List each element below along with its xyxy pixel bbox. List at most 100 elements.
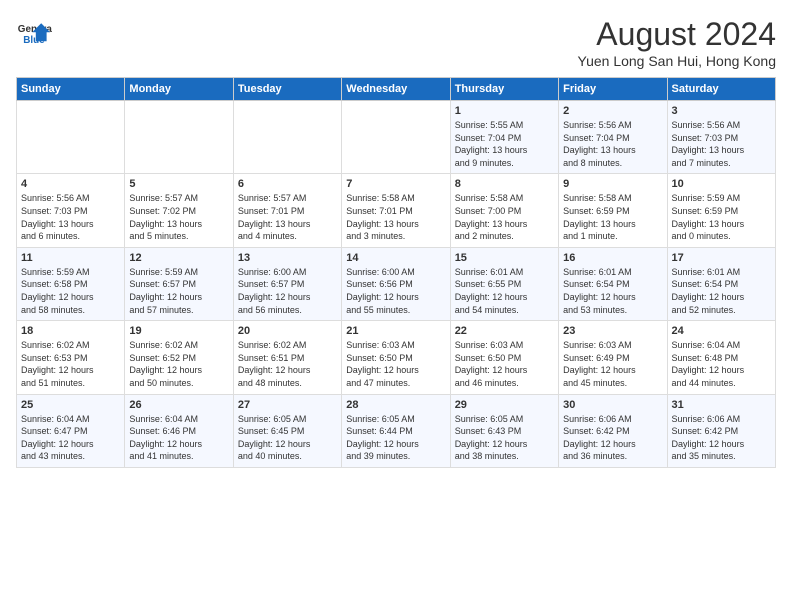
weekday-header-thursday: Thursday	[450, 78, 558, 101]
day-number: 27	[238, 399, 337, 411]
day-number: 24	[672, 325, 771, 337]
day-info: Sunrise: 6:03 AM Sunset: 6:49 PM Dayligh…	[563, 339, 662, 389]
day-info: Sunrise: 5:59 AM Sunset: 6:58 PM Dayligh…	[21, 266, 120, 316]
day-info: Sunrise: 5:57 AM Sunset: 7:02 PM Dayligh…	[129, 192, 228, 242]
day-info: Sunrise: 6:00 AM Sunset: 6:56 PM Dayligh…	[346, 266, 445, 316]
day-number: 1	[455, 105, 554, 117]
weekday-header-tuesday: Tuesday	[233, 78, 341, 101]
day-cell: 25Sunrise: 6:04 AM Sunset: 6:47 PM Dayli…	[17, 394, 125, 467]
day-number: 10	[672, 178, 771, 190]
day-number: 15	[455, 252, 554, 264]
day-number: 18	[21, 325, 120, 337]
day-cell: 26 Sunrise: 6:04 AM Sunset: 6:46 PM Dayli…	[125, 394, 233, 467]
day-cell	[17, 101, 125, 174]
calendar-body: 1 Sunrise: 5:55 AM Sunset: 7:04 PM Daylig…	[17, 101, 776, 468]
day-info: Sunrise: 6:01 AM Sunset: 6:54 PM Dayligh…	[672, 266, 771, 316]
day-number: 20	[238, 325, 337, 337]
day-info: Sunrise: 6:03 AM Sunset: 6:50 PM Dayligh…	[346, 339, 445, 389]
day-cell: 30Sunrise: 6:06 AM Sunset: 6:42 PM Dayli…	[559, 394, 667, 467]
day-cell: 31 Sunrise: 6:06 AM Sunset: 6:42 PM Dayli…	[667, 394, 775, 467]
day-cell: 13Sunrise: 6:00 AM Sunset: 6:57 PM Dayli…	[233, 247, 341, 320]
day-number: 29	[455, 399, 554, 411]
day-cell: 14 Sunrise: 6:00 AM Sunset: 6:56 PM Dayli…	[342, 247, 450, 320]
month-year: August 2024	[578, 16, 777, 53]
day-info: Sunrise: 6:05 AM Sunset: 6:44 PM Dayligh…	[346, 413, 445, 463]
day-number: 12	[129, 252, 228, 264]
day-cell: 9 Sunrise: 5:58 AM Sunset: 6:59 PM Daylig…	[559, 174, 667, 247]
day-info: Sunrise: 5:59 AM Sunset: 6:59 PM Dayligh…	[672, 192, 771, 242]
day-number: 21	[346, 325, 445, 337]
day-info: Sunrise: 5:56 AM Sunset: 7:03 PM Dayligh…	[21, 192, 120, 242]
week-row-1: 1 Sunrise: 5:55 AM Sunset: 7:04 PM Daylig…	[17, 101, 776, 174]
day-cell: 18 Sunrise: 6:02 AM Sunset: 6:53 PM Dayli…	[17, 321, 125, 394]
weekday-header-monday: Monday	[125, 78, 233, 101]
title-block: August 2024 Yuen Long San Hui, Hong Kong	[578, 16, 777, 69]
day-number: 11	[21, 252, 120, 264]
day-number: 16	[563, 252, 662, 264]
day-cell	[233, 101, 341, 174]
day-cell	[342, 101, 450, 174]
day-info: Sunrise: 6:03 AM Sunset: 6:50 PM Dayligh…	[455, 339, 554, 389]
weekday-header-wednesday: Wednesday	[342, 78, 450, 101]
day-cell: 6Sunrise: 5:57 AM Sunset: 7:01 PM Daylig…	[233, 174, 341, 247]
weekday-row: SundayMondayTuesdayWednesdayThursdayFrid…	[17, 78, 776, 101]
day-info: Sunrise: 5:58 AM Sunset: 7:01 PM Dayligh…	[346, 192, 445, 242]
day-cell: 21 Sunrise: 6:03 AM Sunset: 6:50 PM Dayli…	[342, 321, 450, 394]
day-number: 31	[672, 399, 771, 411]
week-row-3: 11 Sunrise: 5:59 AM Sunset: 6:58 PM Dayli…	[17, 247, 776, 320]
day-info: Sunrise: 5:59 AM Sunset: 6:57 PM Dayligh…	[129, 266, 228, 316]
day-number: 23	[563, 325, 662, 337]
day-cell: 29Sunrise: 6:05 AM Sunset: 6:43 PM Dayli…	[450, 394, 558, 467]
week-row-4: 18 Sunrise: 6:02 AM Sunset: 6:53 PM Dayli…	[17, 321, 776, 394]
day-cell: 16Sunrise: 6:01 AM Sunset: 6:54 PM Dayli…	[559, 247, 667, 320]
day-info: Sunrise: 5:57 AM Sunset: 7:01 PM Dayligh…	[238, 192, 337, 242]
day-number: 28	[346, 399, 445, 411]
weekday-header-sunday: Sunday	[17, 78, 125, 101]
day-number: 22	[455, 325, 554, 337]
calendar-table: SundayMondayTuesdayWednesdayThursdayFrid…	[16, 77, 776, 468]
day-cell: 7 Sunrise: 5:58 AM Sunset: 7:01 PM Daylig…	[342, 174, 450, 247]
day-info: Sunrise: 6:05 AM Sunset: 6:45 PM Dayligh…	[238, 413, 337, 463]
day-number: 30	[563, 399, 662, 411]
day-number: 9	[563, 178, 662, 190]
day-cell: 3Sunrise: 5:56 AM Sunset: 7:03 PM Daylig…	[667, 101, 775, 174]
day-info: Sunrise: 6:04 AM Sunset: 6:48 PM Dayligh…	[672, 339, 771, 389]
day-cell: 20 Sunrise: 6:02 AM Sunset: 6:51 PM Dayli…	[233, 321, 341, 394]
day-cell: 12 Sunrise: 5:59 AM Sunset: 6:57 PM Dayli…	[125, 247, 233, 320]
day-cell: 23 Sunrise: 6:03 AM Sunset: 6:49 PM Dayli…	[559, 321, 667, 394]
day-cell: 5Sunrise: 5:57 AM Sunset: 7:02 PM Daylig…	[125, 174, 233, 247]
day-cell: 2Sunrise: 5:56 AM Sunset: 7:04 PM Daylig…	[559, 101, 667, 174]
day-cell: 28 Sunrise: 6:05 AM Sunset: 6:44 PM Dayli…	[342, 394, 450, 467]
day-number: 14	[346, 252, 445, 264]
day-cell: 4 Sunrise: 5:56 AM Sunset: 7:03 PM Daylig…	[17, 174, 125, 247]
day-number: 2	[563, 105, 662, 117]
day-cell: 17 Sunrise: 6:01 AM Sunset: 6:54 PM Dayli…	[667, 247, 775, 320]
page-header: General Blue August 2024 Yuen Long San H…	[16, 16, 776, 69]
day-cell: 15 Sunrise: 6:01 AM Sunset: 6:55 PM Dayli…	[450, 247, 558, 320]
location: Yuen Long San Hui, Hong Kong	[578, 53, 777, 69]
day-info: Sunrise: 6:04 AM Sunset: 6:47 PM Dayligh…	[21, 413, 120, 463]
day-number: 13	[238, 252, 337, 264]
day-cell: 22 Sunrise: 6:03 AM Sunset: 6:50 PM Dayli…	[450, 321, 558, 394]
day-cell: 19Sunrise: 6:02 AM Sunset: 6:52 PM Dayli…	[125, 321, 233, 394]
day-cell: 1 Sunrise: 5:55 AM Sunset: 7:04 PM Daylig…	[450, 101, 558, 174]
day-info: Sunrise: 6:02 AM Sunset: 6:53 PM Dayligh…	[21, 339, 120, 389]
logo-icon: General Blue	[16, 16, 52, 52]
day-number: 3	[672, 105, 771, 117]
day-info: Sunrise: 5:58 AM Sunset: 6:59 PM Dayligh…	[563, 192, 662, 242]
day-info: Sunrise: 6:06 AM Sunset: 6:42 PM Dayligh…	[672, 413, 771, 463]
day-number: 4	[21, 178, 120, 190]
day-number: 26	[129, 399, 228, 411]
weekday-header-saturday: Saturday	[667, 78, 775, 101]
week-row-5: 25Sunrise: 6:04 AM Sunset: 6:47 PM Dayli…	[17, 394, 776, 467]
day-info: Sunrise: 5:55 AM Sunset: 7:04 PM Dayligh…	[455, 119, 554, 169]
day-info: Sunrise: 6:01 AM Sunset: 6:55 PM Dayligh…	[455, 266, 554, 316]
day-cell: 10 Sunrise: 5:59 AM Sunset: 6:59 PM Dayli…	[667, 174, 775, 247]
logo: General Blue	[16, 16, 52, 52]
day-number: 17	[672, 252, 771, 264]
day-info: Sunrise: 6:04 AM Sunset: 6:46 PM Dayligh…	[129, 413, 228, 463]
weekday-header-friday: Friday	[559, 78, 667, 101]
day-info: Sunrise: 6:02 AM Sunset: 6:51 PM Dayligh…	[238, 339, 337, 389]
day-number: 7	[346, 178, 445, 190]
day-number: 8	[455, 178, 554, 190]
